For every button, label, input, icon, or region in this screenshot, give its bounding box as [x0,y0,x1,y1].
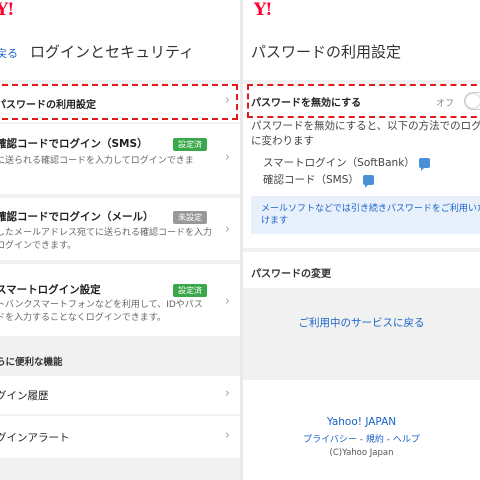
chevron-right-icon: › [224,222,230,237]
info-box: メールソフトなどでは引き続きパスワードをご利用いた けます [251,196,480,234]
help-icon[interactable] [362,175,374,188]
help-icon[interactable] [418,158,430,171]
info-line-1: メールソフトなどでは引き続きパスワードをご利用いた [261,204,480,214]
status-badge: 未設定 [173,211,207,224]
terms-link[interactable]: 規約 [366,435,384,445]
login-history-row[interactable]: グイン履歴 › [0,376,240,414]
login-history-label: グイン履歴 [0,390,49,402]
yahoo-logo: Y! [254,0,273,20]
footer: Yahoo! JAPAN プライバシー - 規約 - ヘルプ (C)Yahoo … [243,380,480,480]
method-sms-label: 確認コード（SMS） [263,174,359,186]
smart-login-desc-1: トバンクスマートフォンなどを利用して、IDやパス [0,300,203,310]
smart-login-row[interactable]: スマートログイン設定 設定済 トバンクスマートフォンなどを利用して、IDやパス … [0,264,240,336]
description-line-1: パスワードを無効にすると、以下の方法でのログ [251,120,480,132]
header: Y! 戻る ログインとセキュリティ [0,0,240,80]
footer-separator: - [383,435,393,445]
method-smart-login: スマートログイン（SoftBank） [263,155,430,171]
chevron-right-icon: › [224,150,230,165]
sms-login-desc: に送られる確認コードを入力してログインできま [0,156,194,166]
sms-login-title: 確認コードでログイン（SMS） [0,138,148,150]
mail-login-desc-2: ログインできます。 [0,241,77,251]
mail-login-desc-1: したメールアドレス宛てに送られる確認コードを入力 [0,228,213,238]
description-line-2: に変わります [251,135,314,147]
chevron-right-icon: › [224,428,230,443]
method-smart-login-label: スマートログイン（SoftBank） [263,157,415,169]
password-change-header: パスワードの変更 [243,252,480,288]
login-alert-row[interactable]: グインアラート › [0,416,240,458]
section-label: らに便利な機能 [0,357,63,368]
status-badge: 設定済 [173,284,207,297]
password-change-title: パスワードの変更 [251,269,331,280]
chevron-right-icon: › [224,386,230,401]
smart-login-title: スマートログイン設定 [0,284,101,296]
password-usage-pane: Y! パスワードの利用設定 パスワードを無効にする オフ パスワードを無効にする… [243,0,480,480]
yahoo-logo: Y! [0,0,15,20]
footer-links: プライバシー - 規約 - ヘルプ [243,432,480,445]
highlight-box [0,84,238,120]
footer-separator: - [356,435,366,445]
page-title: ログインとセキュリティ [30,43,195,61]
back-to-service-link[interactable]: ご利用中のサービスに戻る [243,315,480,330]
mail-login-row[interactable]: 確認コードでログイン（メール） 未設定 したメールアドレス宛てに送られる確認コー… [0,198,240,260]
security-settings-pane: Y! 戻る ログインとセキュリティ パスワードの利用設定 › 確認コードでログイ… [0,0,240,480]
status-badge: 設定済 [173,138,207,151]
info-line-2: けます [261,216,289,226]
help-link[interactable]: ヘルプ [393,435,420,445]
privacy-link[interactable]: プライバシー [303,435,357,445]
login-alert-label: グインアラート [0,432,70,444]
mail-login-title: 確認コードでログイン（メール） [0,211,154,223]
page-title: パスワードの利用設定 [251,43,402,61]
smart-login-desc-2: ドを入力することなくログインできます。 [0,313,166,323]
highlight-box [247,84,480,118]
method-sms: 確認コード（SMS） [263,172,374,188]
footer-brand-link[interactable]: Yahoo! JAPAN [243,416,480,428]
back-link[interactable]: 戻る [0,45,18,61]
sms-login-row[interactable]: 確認コードでログイン（SMS） 設定済 に送られる確認コードを入力してログインで… [0,124,240,194]
copyright: (C)Yahoo Japan [329,448,394,458]
header: Y! パスワードの利用設定 [243,0,480,80]
chevron-right-icon: › [224,294,230,309]
